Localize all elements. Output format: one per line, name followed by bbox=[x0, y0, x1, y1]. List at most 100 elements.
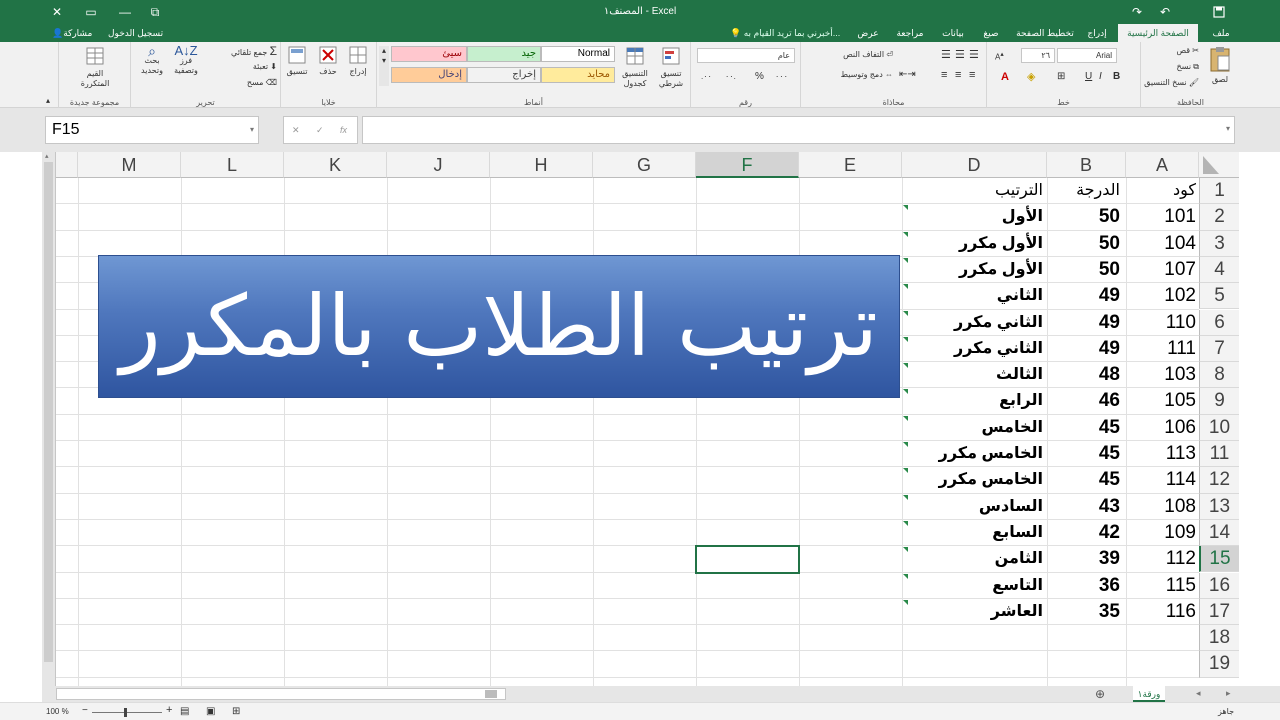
scroll-up-icon[interactable]: ▴ bbox=[45, 152, 49, 160]
comma-style-button[interactable]: ٠٠٠ bbox=[775, 72, 788, 82]
grow-font-button[interactable]: A▴ bbox=[995, 50, 1004, 63]
cell-d-16[interactable]: التاسع bbox=[902, 573, 1047, 599]
styles-scroll-icon[interactable]: ▴ ▾ bbox=[379, 46, 389, 86]
signin-link[interactable]: تسجيل الدخول bbox=[108, 26, 163, 40]
cell-b-15[interactable]: 39 bbox=[1047, 546, 1126, 572]
font-size-combo[interactable]: ٢٦ bbox=[1021, 48, 1055, 63]
selected-cell[interactable] bbox=[695, 545, 800, 574]
font-name-combo[interactable]: Arial bbox=[1057, 48, 1117, 63]
add-sheet-icon[interactable]: ⊕ bbox=[1093, 686, 1107, 702]
cell-d-8[interactable]: الثالث bbox=[902, 362, 1047, 388]
style-good[interactable]: جيد bbox=[467, 46, 541, 62]
cell-b-16[interactable]: 36 bbox=[1047, 573, 1126, 599]
column-header-d[interactable]: D bbox=[902, 152, 1047, 178]
paste-button[interactable]: لصق bbox=[1203, 46, 1237, 85]
percent-button[interactable]: % bbox=[755, 72, 764, 82]
row-header-6[interactable]: 6 bbox=[1199, 309, 1239, 336]
row-header-9[interactable]: 9 bbox=[1199, 388, 1239, 415]
style-output[interactable]: إخراج bbox=[467, 67, 541, 83]
cell-d-6[interactable]: الثاني مكرر bbox=[902, 310, 1047, 336]
conditional-formatting-button[interactable]: تنسيق شرطي bbox=[653, 46, 689, 89]
cell-d-2[interactable]: الأول bbox=[902, 204, 1047, 230]
cell-a-3[interactable]: 104 bbox=[1126, 231, 1199, 257]
ribbon-display-button[interactable]: ⧉ bbox=[138, 0, 172, 24]
column-header-f[interactable]: F bbox=[696, 152, 799, 178]
vertical-scrollbar[interactable]: ▴ bbox=[42, 152, 56, 686]
row-header-3[interactable]: 3 bbox=[1199, 230, 1239, 257]
cell-b-17[interactable]: 35 bbox=[1047, 599, 1126, 625]
row-header-15[interactable]: 15 bbox=[1199, 546, 1239, 573]
cell-d-15[interactable]: الثامن bbox=[902, 546, 1047, 572]
name-box[interactable]: F15 ▾ bbox=[45, 116, 259, 144]
delete-cells-button[interactable]: حذف bbox=[313, 46, 343, 77]
cell-b-3[interactable]: 50 bbox=[1047, 231, 1126, 257]
cell-b-7[interactable]: 49 bbox=[1047, 336, 1126, 362]
format-as-table-button[interactable]: التنسيق كجدول bbox=[617, 46, 653, 89]
style-normal[interactable]: Normal bbox=[541, 46, 615, 62]
cell-b-5[interactable]: 49 bbox=[1047, 283, 1126, 309]
minimize-button[interactable]: — bbox=[108, 0, 142, 24]
scroll-thumb[interactable] bbox=[44, 162, 53, 662]
row-header-4[interactable]: 4 bbox=[1199, 256, 1239, 284]
style-neutral[interactable]: محايد bbox=[541, 67, 615, 83]
format-painter-button[interactable]: نسخ التنسيق 🖌 bbox=[1141, 78, 1199, 88]
italic-button[interactable]: I bbox=[1099, 72, 1102, 82]
tab-home[interactable]: الصفحة الرئيسية bbox=[1118, 24, 1198, 42]
cancel-icon[interactable]: ✕ bbox=[292, 125, 300, 136]
tell-me-search[interactable]: 💡 أخبرني بما تريد القيام به... bbox=[730, 26, 840, 40]
cell-d-3[interactable]: الأول مكرر bbox=[902, 231, 1047, 257]
tab-page-layout[interactable]: تخطيط الصفحة bbox=[1012, 24, 1078, 42]
cell-a-1[interactable]: كود bbox=[1126, 178, 1199, 204]
number-format-combo[interactable]: عام bbox=[697, 48, 795, 63]
align-left-icon[interactable]: ≡ bbox=[941, 70, 947, 81]
row-header-12[interactable]: 12 bbox=[1199, 467, 1239, 494]
tab-review[interactable]: مراجعة bbox=[890, 24, 930, 42]
cell-a-16[interactable]: 115 bbox=[1126, 573, 1199, 599]
cell-a-9[interactable]: 105 bbox=[1126, 388, 1199, 414]
row-header-17[interactable]: 17 bbox=[1199, 598, 1239, 626]
tab-view[interactable]: عرض bbox=[850, 24, 886, 42]
column-header-a[interactable]: A bbox=[1126, 152, 1199, 178]
align-center-icon[interactable]: ≡ bbox=[955, 70, 961, 81]
cell-d-10[interactable]: الخامس bbox=[902, 415, 1047, 441]
cell-d-5[interactable]: الثاني bbox=[902, 283, 1047, 309]
select-all-button[interactable] bbox=[1199, 152, 1239, 178]
decrease-decimal-button[interactable]: .٠٠ bbox=[701, 72, 712, 82]
column-header-b[interactable]: B bbox=[1047, 152, 1126, 178]
style-input[interactable]: إدخال bbox=[391, 67, 467, 83]
tab-insert[interactable]: إدراج bbox=[1080, 24, 1114, 42]
close-button[interactable]: ✕ bbox=[40, 0, 74, 24]
tab-formulas[interactable]: صيغ bbox=[976, 24, 1006, 42]
column-header-g[interactable]: G bbox=[593, 152, 696, 178]
cell-d-11[interactable]: الخامس مكرر bbox=[902, 441, 1047, 467]
cut-button[interactable]: قص ✂ bbox=[1149, 46, 1199, 56]
cell-a-6[interactable]: 110 bbox=[1126, 310, 1199, 336]
restore-button[interactable]: ▭ bbox=[74, 0, 108, 24]
autosum-button[interactable]: جمع تلقائي Σ bbox=[205, 45, 277, 58]
clear-button[interactable]: مسح ⌫ bbox=[205, 78, 277, 88]
sort-filter-button[interactable]: A↓Z فرز وتصفية bbox=[169, 44, 203, 76]
cell-a-10[interactable]: 106 bbox=[1126, 415, 1199, 441]
merge-center-button[interactable]: دمج وتوسيط ⇔ bbox=[803, 70, 893, 80]
cell-a-7[interactable]: 111 bbox=[1126, 336, 1199, 362]
formula-input[interactable]: ▾ bbox=[362, 116, 1235, 144]
share-button[interactable]: 👤مشاركة bbox=[52, 26, 92, 40]
cell-a-17[interactable]: 116 bbox=[1126, 599, 1199, 625]
row-header-18[interactable]: 18 bbox=[1199, 625, 1239, 652]
page-break-view-icon[interactable]: ▤ bbox=[180, 706, 189, 717]
zoom-slider[interactable] bbox=[92, 712, 162, 713]
sheet-scroll-left-icon[interactable]: ◂ bbox=[1196, 688, 1201, 699]
wrap-text-button[interactable]: التفاف النص ⏎ bbox=[811, 50, 893, 60]
cell-d-12[interactable]: الخامس مكرر bbox=[902, 467, 1047, 493]
cell-a-4[interactable]: 107 bbox=[1126, 257, 1199, 283]
column-header-e[interactable]: E bbox=[799, 152, 902, 178]
row-header-14[interactable]: 14 bbox=[1199, 519, 1239, 547]
row-header-7[interactable]: 7 bbox=[1199, 335, 1239, 363]
sheet-tab[interactable]: ورقة١ bbox=[1133, 686, 1165, 702]
spreadsheet-grid[interactable]: A B D E F G H J K L M 1 كود الدرجة الترتيب 2… bbox=[56, 152, 1239, 686]
cell-b-10[interactable]: 45 bbox=[1047, 415, 1126, 441]
collapse-ribbon-icon[interactable]: ▴ bbox=[46, 96, 50, 106]
zoom-level[interactable]: 100 % bbox=[46, 707, 69, 716]
fill-button[interactable]: تعبئة ⬇ bbox=[205, 62, 277, 72]
indent-icon[interactable]: ⇤⇥ bbox=[899, 70, 916, 80]
